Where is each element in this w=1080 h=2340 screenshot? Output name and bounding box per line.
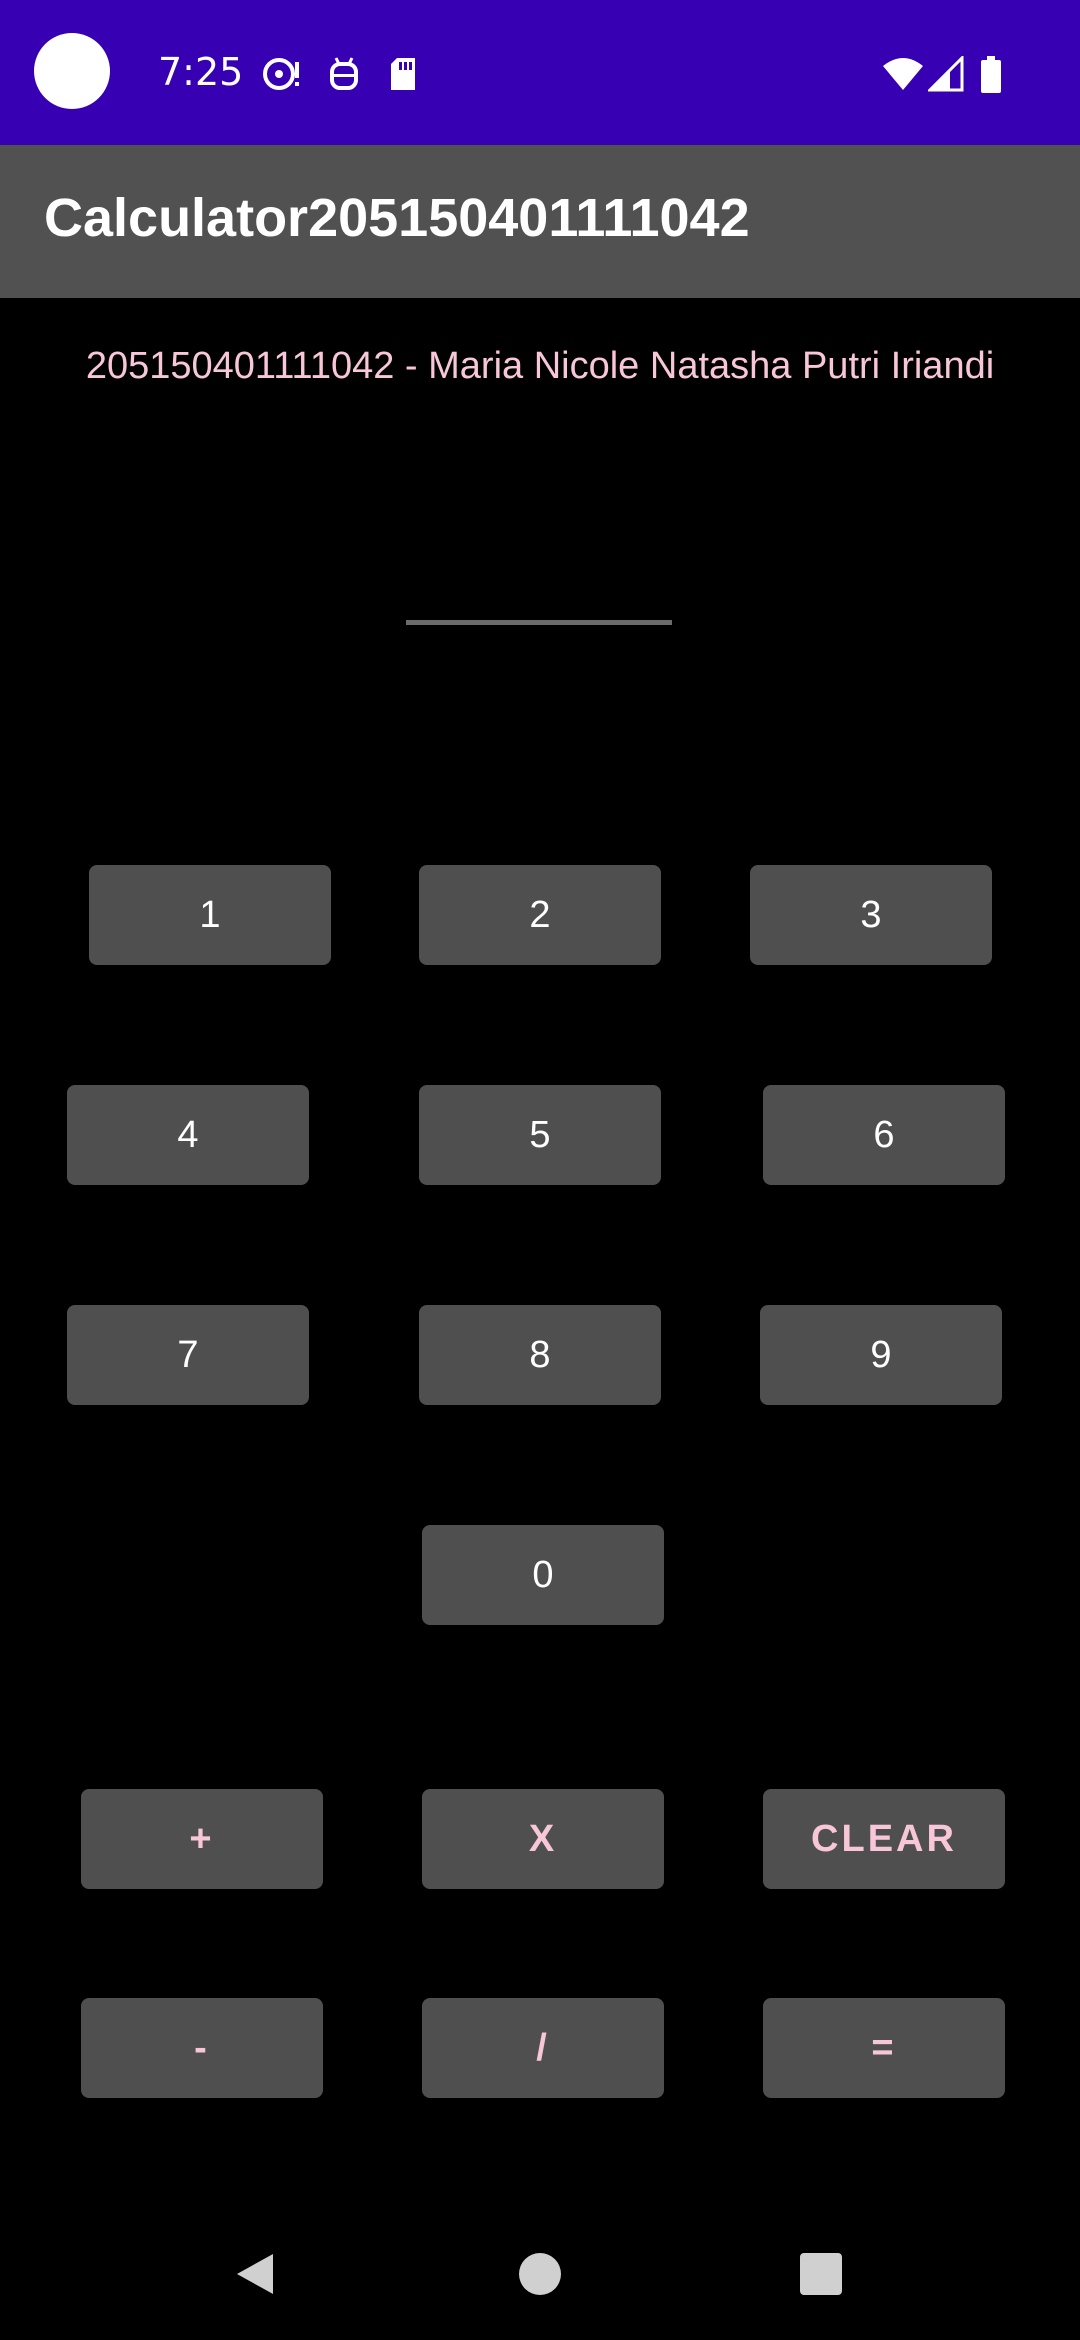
digit-2-button[interactable]: 2 — [419, 865, 661, 965]
app-bar: Calculator205150401111042 — [0, 145, 1080, 298]
recents-icon[interactable] — [800, 2253, 842, 2295]
digit-4-button[interactable]: 4 — [67, 1085, 309, 1185]
back-icon[interactable] — [233, 2250, 277, 2298]
divide-button[interactable]: / — [422, 1998, 664, 2098]
navigation-bar — [0, 2200, 1080, 2340]
digit-1-button[interactable]: 1 — [89, 865, 331, 965]
camera-cutout — [34, 33, 110, 109]
digit-3-button[interactable]: 3 — [750, 865, 992, 965]
plus-button[interactable]: + — [81, 1789, 323, 1889]
multiply-button[interactable]: X — [422, 1789, 664, 1889]
sd-card-icon — [391, 58, 415, 90]
android-debug-icon — [330, 57, 358, 90]
digit-0-button[interactable]: 0 — [422, 1525, 664, 1625]
result-input[interactable] — [406, 620, 672, 625]
digit-7-button[interactable]: 7 — [67, 1305, 309, 1405]
student-info-label: 205150401111042 - Maria Nicole Natasha P… — [85, 345, 995, 387]
media-icon — [263, 58, 299, 90]
signal-icon — [928, 56, 964, 92]
digit-9-button[interactable]: 9 — [760, 1305, 1002, 1405]
home-icon[interactable] — [518, 2252, 562, 2296]
minus-button[interactable]: - — [81, 1998, 323, 2098]
digit-6-button[interactable]: 6 — [763, 1085, 1005, 1185]
clear-button[interactable]: CLEAR — [763, 1789, 1005, 1889]
app-title: Calculator205150401111042 — [44, 188, 750, 248]
digit-8-button[interactable]: 8 — [419, 1305, 661, 1405]
equals-button[interactable]: = — [763, 1998, 1005, 2098]
status-bar: 7:25 — [0, 0, 1080, 145]
battery-icon — [981, 56, 1001, 93]
wifi-icon — [883, 58, 923, 90]
status-time: 7:25 — [158, 50, 244, 94]
digit-5-button[interactable]: 5 — [419, 1085, 661, 1185]
